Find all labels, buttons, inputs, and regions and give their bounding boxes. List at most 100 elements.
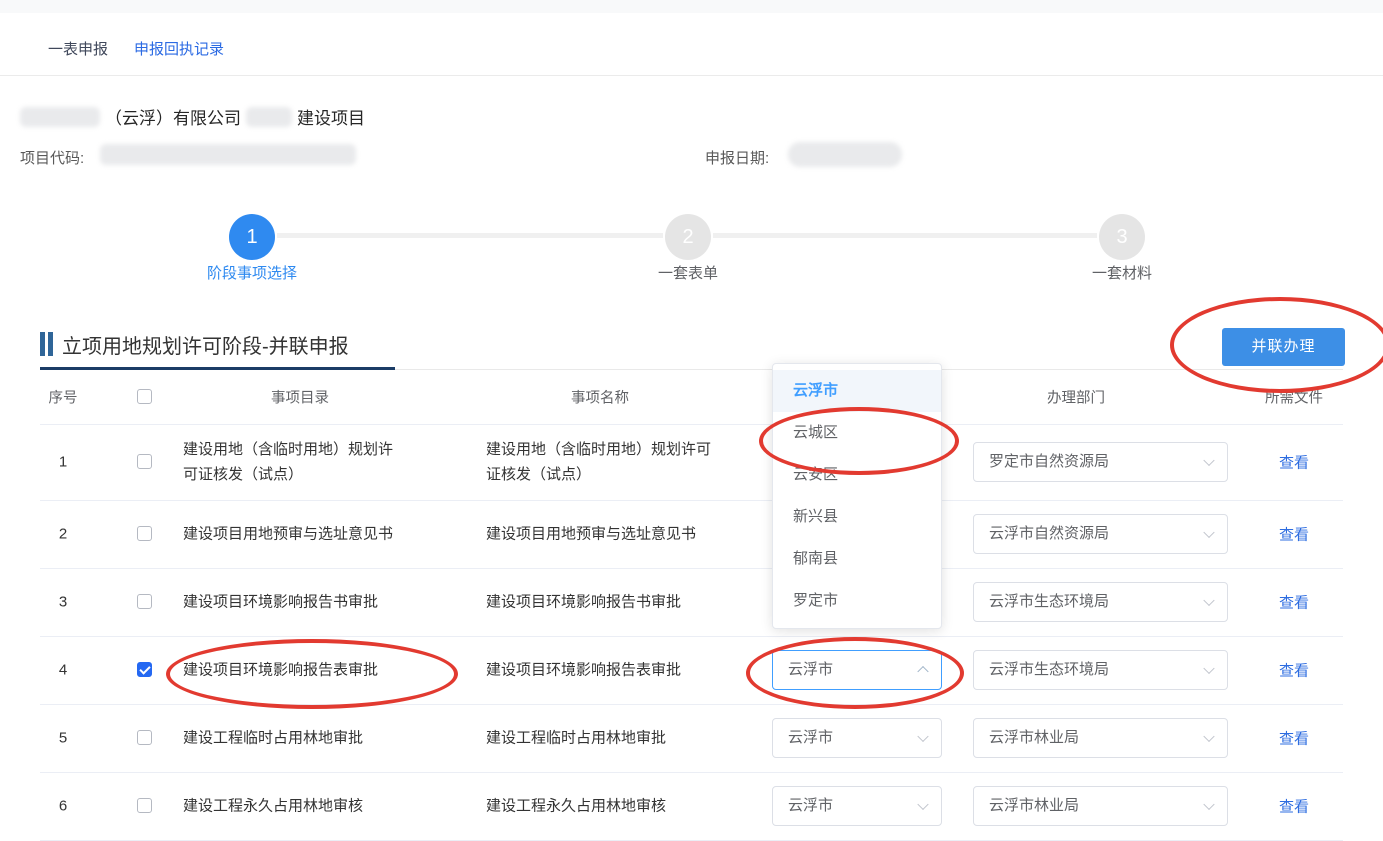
header-files: 所需文件 bbox=[1234, 387, 1354, 408]
catalog-cell: 建设工程临时占用林地审批 bbox=[183, 726, 401, 751]
declaration-date-label: 申报日期: bbox=[705, 147, 769, 168]
row-checkbox[interactable] bbox=[137, 526, 152, 541]
department-select-value: 云浮市自然资源局 bbox=[989, 515, 1109, 553]
header-catalog: 事项目录 bbox=[200, 387, 400, 408]
view-files-link[interactable]: 查看 bbox=[1234, 796, 1354, 817]
department-select-value: 云浮市生态环境局 bbox=[989, 651, 1109, 689]
department-select-value: 云浮市林业局 bbox=[989, 719, 1079, 757]
table-row: 6 建设工程永久占用林地审核 建设工程永久占用林地审核 云浮市 云浮市林业局 查… bbox=[40, 772, 1343, 841]
table-row: 4 建设项目环境影响报告表审批 建设项目环境影响报告表审批 云浮市 云浮市生态环… bbox=[40, 636, 1343, 705]
project-title-suffix: 建设项目 bbox=[297, 104, 365, 129]
row-number: 3 bbox=[40, 594, 86, 611]
department-select[interactable]: 云浮市自然资源局 bbox=[973, 514, 1228, 554]
chevron-down-icon bbox=[1203, 527, 1214, 538]
project-code-label: 项目代码: bbox=[20, 147, 84, 168]
catalog-cell: 建设用地（含临时用地）规划许可证核发（试点） bbox=[183, 437, 401, 487]
header-name: 事项名称 bbox=[500, 387, 700, 408]
dropdown-option-yunan[interactable]: 云安区 bbox=[773, 454, 941, 496]
one-form-declaration-page: 一表申报 申报回执记录 （云浮）有限公司 建设项目 项目代码: 申报日期: 1 … bbox=[0, 0, 1383, 841]
region-select-value: 云浮市 bbox=[788, 651, 833, 689]
table-row: 1 建设用地（含临时用地）规划许可证核发（试点） 建设用地（含临时用地）规划许可… bbox=[40, 424, 1343, 501]
step-connector bbox=[277, 233, 663, 238]
parallel-handle-button[interactable]: 并联办理 bbox=[1222, 328, 1345, 366]
department-select[interactable]: 云浮市林业局 bbox=[973, 718, 1228, 758]
select-all-checkbox[interactable] bbox=[137, 389, 152, 404]
chevron-down-icon bbox=[1203, 731, 1214, 742]
step-2-circle: 2 bbox=[665, 214, 711, 260]
name-cell: 建设项目环境影响报告表审批 bbox=[486, 658, 718, 683]
department-select[interactable]: 云浮市林业局 bbox=[973, 786, 1228, 826]
region-select-value: 云浮市 bbox=[788, 719, 833, 757]
view-files-link[interactable]: 查看 bbox=[1234, 660, 1354, 681]
step-1-circle: 1 bbox=[229, 214, 275, 260]
section-bars-icon bbox=[40, 332, 45, 356]
chevron-down-icon bbox=[917, 799, 928, 810]
table-row: 3 建设项目环境影响报告书审批 建设项目环境影响报告书审批 云浮市生态环境局 查… bbox=[40, 568, 1343, 637]
row-checkbox[interactable] bbox=[137, 594, 152, 609]
redacted-declaration-date bbox=[788, 142, 902, 167]
step-1-label: 阶段事项选择 bbox=[172, 262, 332, 283]
row-number: 6 bbox=[40, 798, 86, 815]
region-select-value: 云浮市 bbox=[788, 787, 833, 825]
step-2-label: 一套表单 bbox=[608, 262, 768, 283]
redacted-title-middle bbox=[246, 107, 292, 127]
header-department: 办理部门 bbox=[976, 387, 1176, 408]
catalog-cell: 建设项目用地预审与选址意见书 bbox=[183, 522, 401, 547]
department-select[interactable]: 云浮市生态环境局 bbox=[973, 582, 1228, 622]
region-select[interactable]: 云浮市 bbox=[772, 718, 942, 758]
department-select[interactable]: 云浮市生态环境局 bbox=[973, 650, 1228, 690]
table-header-row: 序号 事项目录 事项名称 办理部门 所需文件 bbox=[40, 370, 1343, 425]
row-number: 1 bbox=[40, 454, 86, 471]
department-select-value: 罗定市自然资源局 bbox=[989, 443, 1109, 481]
row-checkbox[interactable] bbox=[137, 798, 152, 813]
chevron-down-icon bbox=[917, 731, 928, 742]
row-checkbox-checked[interactable] bbox=[137, 662, 152, 677]
view-files-link[interactable]: 查看 bbox=[1234, 592, 1354, 613]
view-files-link[interactable]: 查看 bbox=[1234, 524, 1354, 545]
catalog-cell: 建设项目环境影响报告书审批 bbox=[183, 590, 401, 615]
top-strip bbox=[0, 0, 1383, 13]
dropdown-option-xinxing[interactable]: 新兴县 bbox=[773, 496, 941, 538]
step-connector bbox=[713, 233, 1097, 238]
name-cell: 建设工程永久占用林地审核 bbox=[486, 794, 718, 819]
project-title: （云浮）有限公司 建设项目 bbox=[20, 104, 365, 129]
catalog-cell: 建设项目环境影响报告表审批 bbox=[183, 658, 401, 683]
chevron-down-icon bbox=[1203, 595, 1214, 606]
chevron-down-icon bbox=[1203, 455, 1214, 466]
name-cell: 建设项目环境影响报告书审批 bbox=[486, 590, 718, 615]
table-row: 2 建设项目用地预审与选址意见书 建设项目用地预审与选址意见书 云浮市自然资源局… bbox=[40, 500, 1343, 569]
department-select-value: 云浮市林业局 bbox=[989, 787, 1079, 825]
department-select[interactable]: 罗定市自然资源局 bbox=[973, 442, 1228, 482]
section-title: 立项用地规划许可阶段-并联申报 bbox=[62, 330, 349, 359]
dropdown-option-yunan-county[interactable]: 郁南县 bbox=[773, 538, 941, 580]
tab-divider bbox=[0, 75, 1383, 76]
redacted-company-prefix bbox=[20, 107, 100, 127]
tab-one-form-declaration[interactable]: 一表申报 bbox=[48, 38, 108, 59]
name-cell: 建设项目用地预审与选址意见书 bbox=[486, 522, 718, 547]
tab-declaration-receipt-records[interactable]: 申报回执记录 bbox=[134, 38, 224, 59]
dropdown-option-yuncheng[interactable]: 云城区 bbox=[773, 412, 941, 454]
row-checkbox[interactable] bbox=[137, 454, 152, 469]
step-3-circle: 3 bbox=[1099, 214, 1145, 260]
project-title-company: （云浮）有限公司 bbox=[105, 104, 241, 129]
header-no: 序号 bbox=[40, 387, 86, 408]
dropdown-option-yunfu-selected[interactable]: 云浮市 bbox=[773, 370, 941, 412]
view-files-link[interactable]: 查看 bbox=[1234, 452, 1354, 473]
chevron-down-icon bbox=[1203, 799, 1214, 810]
chevron-up-icon bbox=[917, 666, 928, 677]
name-cell: 建设用地（含临时用地）规划许可证核发（试点） bbox=[486, 437, 718, 487]
department-select-value: 云浮市生态环境局 bbox=[989, 583, 1109, 621]
region-select-open[interactable]: 云浮市 bbox=[772, 650, 942, 690]
row-number: 2 bbox=[40, 526, 86, 543]
name-cell: 建设工程临时占用林地审批 bbox=[486, 726, 718, 751]
view-files-link[interactable]: 查看 bbox=[1234, 728, 1354, 749]
row-number: 5 bbox=[40, 730, 86, 747]
step-3-label: 一套材料 bbox=[1042, 262, 1202, 283]
row-number: 4 bbox=[40, 662, 86, 679]
region-select[interactable]: 云浮市 bbox=[772, 786, 942, 826]
region-dropdown-menu: 云浮市 云城区 云安区 新兴县 郁南县 罗定市 bbox=[772, 363, 942, 629]
dropdown-option-luoding[interactable]: 罗定市 bbox=[773, 580, 941, 622]
redacted-project-code bbox=[100, 144, 356, 165]
catalog-cell: 建设工程永久占用林地审核 bbox=[183, 794, 401, 819]
row-checkbox[interactable] bbox=[137, 730, 152, 745]
